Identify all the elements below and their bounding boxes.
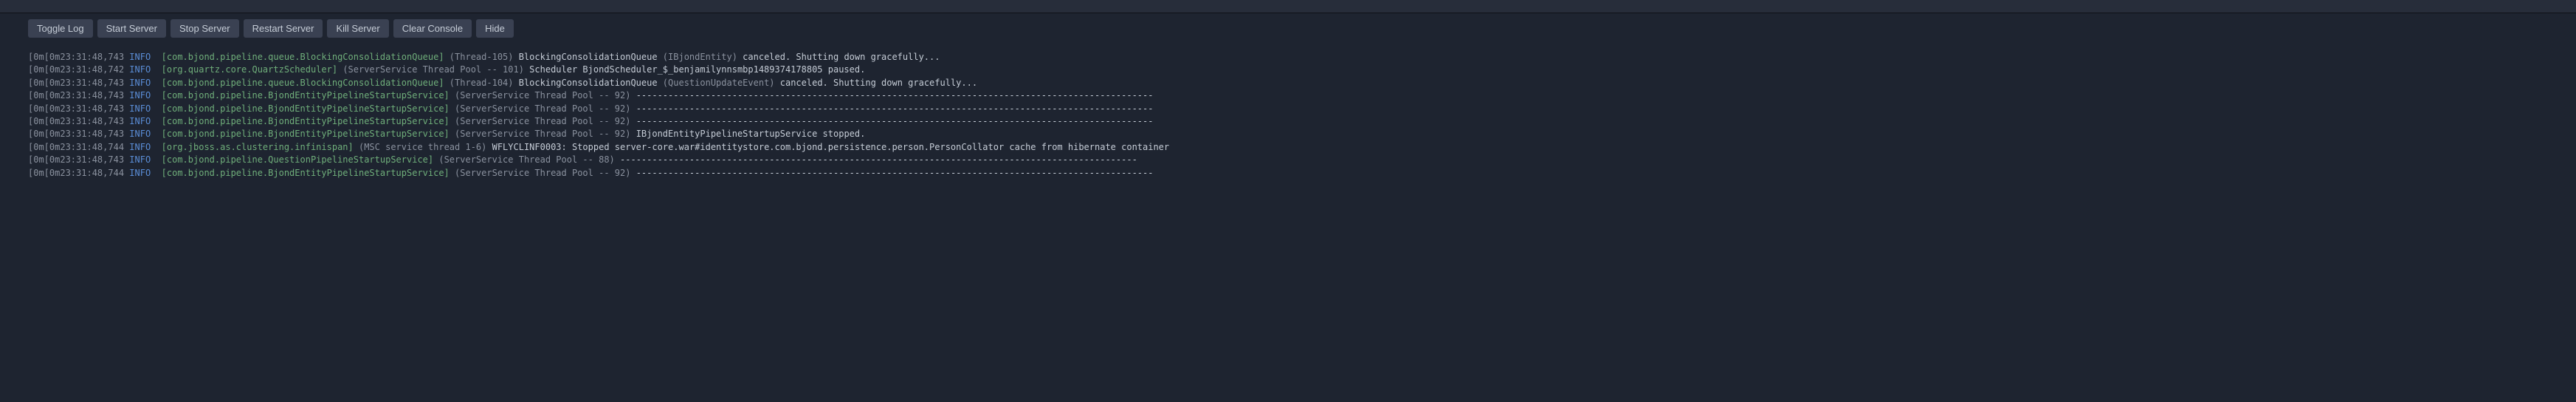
- start-server-button[interactable]: Start Server: [97, 19, 166, 38]
- log-message: Scheduler BjondScheduler_$_benjamilynnsm…: [524, 64, 865, 75]
- log-message: canceled. Shutting down gracefully...: [743, 52, 940, 62]
- log-logger: [com.bjond.pipeline.BjondEntityPipelineS…: [162, 90, 450, 100]
- log-line: [0m[0m23:31:48,743 INFO [com.bjond.pipel…: [28, 51, 2548, 64]
- log-prefix: [0m[0m: [28, 154, 60, 165]
- toolbar: Toggle Log Start Server Stop Server Rest…: [0, 13, 2576, 45]
- log-timestamp: 23:31:48,743: [60, 90, 124, 100]
- log-level: INFO: [129, 64, 151, 75]
- log-logger: [org.jboss.as.clustering.infinispan]: [162, 142, 354, 152]
- log-prefix: [0m[0m: [28, 90, 60, 100]
- log-thread: (MSC service thread 1-6): [359, 142, 486, 152]
- log-timestamp: 23:31:48,743: [60, 129, 124, 139]
- log-thread: (ServerService Thread Pool -- 92): [455, 129, 630, 139]
- log-logger: [com.bjond.pipeline.BjondEntityPipelineS…: [162, 129, 450, 139]
- top-panel-spacer: [0, 0, 2576, 13]
- log-message: BlockingConsolidationQueue: [519, 52, 658, 62]
- log-prefix: [0m[0m: [28, 168, 60, 178]
- log-thread: (ServerService Thread Pool -- 92): [455, 168, 630, 178]
- log-message-dim: (QuestionUpdateEvent): [658, 78, 780, 88]
- kill-server-button[interactable]: Kill Server: [327, 19, 388, 38]
- log-timestamp: 23:31:48,744: [60, 142, 124, 152]
- log-thread: (ServerService Thread Pool -- 92): [455, 116, 630, 126]
- log-line: [0m[0m23:31:48,744 INFO [org.jboss.as.cl…: [28, 141, 2548, 154]
- log-thread: (Thread-104): [450, 78, 514, 88]
- log-logger: [com.bjond.pipeline.BjondEntityPipelineS…: [162, 103, 450, 114]
- log-logger: [com.bjond.pipeline.BjondEntityPipelineS…: [162, 116, 450, 126]
- log-timestamp: 23:31:48,743: [60, 116, 124, 126]
- log-level: INFO: [129, 142, 151, 152]
- log-level: INFO: [129, 103, 151, 114]
- log-level: INFO: [129, 90, 151, 100]
- log-timestamp: 23:31:48,743: [60, 154, 124, 165]
- log-logger: [com.bjond.pipeline.queue.BlockingConsol…: [162, 52, 444, 62]
- log-thread: (ServerService Thread Pool -- 101): [342, 64, 524, 75]
- log-timestamp: 23:31:48,743: [60, 52, 124, 62]
- log-message: BlockingConsolidationQueue: [519, 78, 658, 88]
- log-prefix: [0m[0m: [28, 116, 60, 126]
- log-level: INFO: [129, 168, 151, 178]
- log-line: [0m[0m23:31:48,743 INFO [com.bjond.pipel…: [28, 77, 2548, 89]
- log-prefix: [0m[0m: [28, 129, 60, 139]
- log-logger: [com.bjond.pipeline.QuestionPipelineStar…: [162, 154, 433, 165]
- log-line: [0m[0m23:31:48,743 INFO [com.bjond.pipel…: [28, 115, 2548, 128]
- log-logger: [org.quartz.core.QuartzScheduler]: [162, 64, 337, 75]
- log-level: INFO: [129, 78, 151, 88]
- console-log-area[interactable]: [0m[0m23:31:48,743 INFO [com.bjond.pipel…: [0, 45, 2576, 194]
- log-thread: (Thread-105): [450, 52, 514, 62]
- restart-server-button[interactable]: Restart Server: [244, 19, 323, 38]
- toggle-log-button[interactable]: Toggle Log: [28, 19, 93, 38]
- log-message: ----------------------------------------…: [636, 90, 1154, 100]
- log-thread: (ServerService Thread Pool -- 92): [455, 90, 630, 100]
- log-message: ----------------------------------------…: [620, 154, 1137, 165]
- log-message: ----------------------------------------…: [636, 116, 1154, 126]
- hide-button[interactable]: Hide: [476, 19, 514, 38]
- log-message: IBjondEntityPipelineStartupService stopp…: [636, 129, 866, 139]
- log-thread: (ServerService Thread Pool -- 92): [455, 103, 630, 114]
- log-message-dim: (IBjondEntity): [658, 52, 743, 62]
- log-logger: [com.bjond.pipeline.queue.BlockingConsol…: [162, 78, 444, 88]
- log-level: INFO: [129, 129, 151, 139]
- clear-console-button[interactable]: Clear Console: [393, 19, 472, 38]
- log-prefix: [0m[0m: [28, 64, 60, 75]
- log-message: ----------------------------------------…: [636, 103, 1154, 114]
- log-prefix: [0m[0m: [28, 52, 60, 62]
- log-line: [0m[0m23:31:48,742 INFO [org.quartz.core…: [28, 64, 2548, 76]
- log-level: INFO: [129, 116, 151, 126]
- log-message: WFLYCLINF0003: Stopped server-core.war#i…: [492, 142, 1170, 152]
- log-level: INFO: [129, 52, 151, 62]
- log-prefix: [0m[0m: [28, 142, 60, 152]
- log-timestamp: 23:31:48,744: [60, 168, 124, 178]
- log-level: INFO: [129, 154, 151, 165]
- log-message: canceled. Shutting down gracefully...: [780, 78, 977, 88]
- log-line: [0m[0m23:31:48,743 INFO [com.bjond.pipel…: [28, 128, 2548, 140]
- log-logger: [com.bjond.pipeline.BjondEntityPipelineS…: [162, 168, 450, 178]
- log-message: ----------------------------------------…: [636, 168, 1154, 178]
- log-timestamp: 23:31:48,743: [60, 78, 124, 88]
- log-prefix: [0m[0m: [28, 78, 60, 88]
- log-line: [0m[0m23:31:48,744 INFO [com.bjond.pipel…: [28, 167, 2548, 180]
- stop-server-button[interactable]: Stop Server: [171, 19, 239, 38]
- log-timestamp: 23:31:48,742: [60, 64, 124, 75]
- log-prefix: [0m[0m: [28, 103, 60, 114]
- log-line: [0m[0m23:31:48,743 INFO [com.bjond.pipel…: [28, 89, 2548, 102]
- log-line: [0m[0m23:31:48,743 INFO [com.bjond.pipel…: [28, 103, 2548, 115]
- log-line: [0m[0m23:31:48,743 INFO [com.bjond.pipel…: [28, 154, 2548, 166]
- log-thread: (ServerService Thread Pool -- 88): [438, 154, 614, 165]
- log-timestamp: 23:31:48,743: [60, 103, 124, 114]
